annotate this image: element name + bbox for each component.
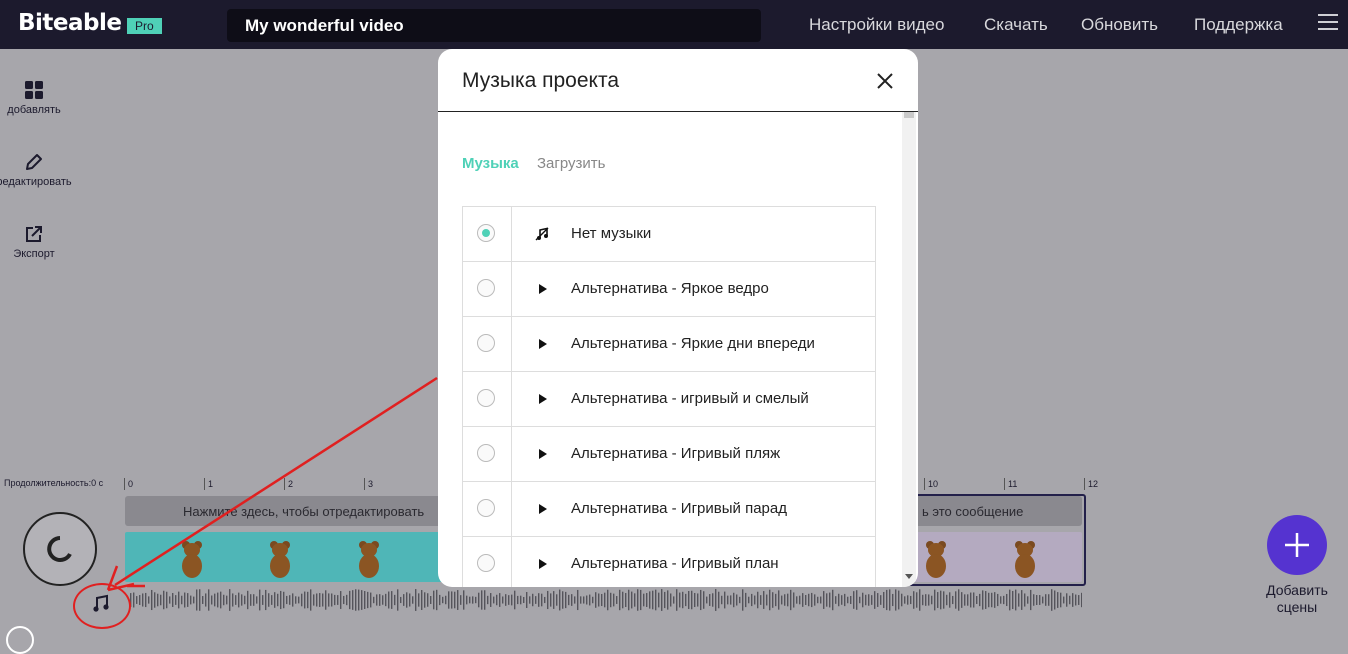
track-row[interactable]: Альтернатива - Игривый пляж [462,426,876,481]
track-label: Альтернатива - Яркое ведро [571,280,769,297]
radio-cell [463,317,512,371]
nav-video-settings[interactable]: Настройки видео [809,15,944,35]
radio-cell [463,207,512,261]
partial-circle-icon [6,626,34,654]
nav-download[interactable]: Скачать [984,15,1048,35]
ruler-tick: 10 [924,478,938,490]
scroll-down-icon[interactable] [905,574,913,579]
plus-icon [1285,533,1309,557]
music-track-list: Нет музыки Альтернатива - Яркое ведро Ал… [462,206,876,587]
tab-upload[interactable]: Загрузить [537,155,606,172]
export-icon [26,226,42,242]
nav-support[interactable]: Поддержка [1194,15,1283,35]
track-row[interactable]: Альтернатива - Яркое ведро [462,261,876,316]
tool-export[interactable]: Экспорт [0,224,74,260]
play-icon[interactable] [535,502,549,516]
play-icon[interactable] [535,447,549,461]
bear-icon [1015,541,1035,578]
nav-update[interactable]: Обновить [1081,15,1158,35]
track-label: Альтернатива - Игривый парад [571,500,787,517]
radio-cell [463,537,512,587]
tool-edit[interactable]: редактировать [0,152,74,188]
track-label: Альтернатива - Игривый пляж [571,445,781,462]
ruler-tick: 0 [124,478,133,490]
logo: Biteable [18,10,122,36]
radio-cell [463,262,512,316]
radio-cell [463,427,512,481]
video-title-text: My wonderful video [245,16,404,35]
tool-add[interactable]: добавлять [0,80,74,116]
radio-button[interactable] [477,334,495,352]
radio-cell [463,482,512,536]
play-icon[interactable] [535,557,549,571]
no-music-icon [535,227,549,241]
scrollbar-thumb[interactable] [904,112,914,118]
track-label: Альтернатива - Яркие дни впереди [571,335,815,352]
loading-spinner-icon [47,536,72,562]
grid-icon [25,81,43,99]
pencil-icon [26,154,42,170]
audio-waveform [130,589,1082,611]
modal-title: Музыка проекта [462,69,620,92]
bear-icon [926,541,946,578]
tool-export-label: Экспорт [13,248,55,260]
pro-badge: Pro [127,18,162,34]
radio-button[interactable] [477,554,495,572]
ruler-tick: 3 [364,478,373,490]
scene-caption-left[interactable]: Нажмите здесь, чтобы отредактировать [183,504,424,519]
close-icon[interactable] [875,71,895,91]
track-label: Альтернатива - игривый и смелый [571,390,809,407]
radio-button[interactable] [477,389,495,407]
add-scene-button[interactable] [1267,515,1327,575]
radio-cell [463,372,512,426]
project-music-modal: Музыка проекта Музыка Загрузить Нет музы… [438,49,918,587]
play-icon[interactable] [535,282,549,296]
track-row[interactable]: Альтернатива - Игривый план [462,536,876,587]
modal-divider [438,111,918,112]
ruler-tick: 2 [284,478,293,490]
ruler-tick: 12 [1084,478,1098,490]
video-title-field[interactable]: My wonderful video [227,9,761,42]
playback-circle[interactable] [23,512,97,586]
ruler-tick: 11 [1004,478,1017,490]
modal-scrollbar[interactable] [902,112,916,587]
tab-music[interactable]: Музыка [462,155,519,172]
play-icon[interactable] [535,392,549,406]
track-label: Альтернатива - Игривый план [571,555,779,572]
radio-button[interactable] [477,444,495,462]
track-row[interactable]: Альтернатива - Игривый парад [462,481,876,536]
annotation-circle [73,583,131,629]
track-row[interactable]: Альтернатива - Яркие дни впереди [462,316,876,371]
duration-label: Продолжительность:0 с [4,478,104,488]
play-icon[interactable] [535,337,549,351]
top-bar: Biteable Pro My wonderful video Настройк… [0,0,1348,49]
tool-add-label: добавлять [7,104,61,116]
hamburger-menu-icon[interactable] [1318,14,1338,34]
bear-icon [359,541,379,578]
track-row-none[interactable]: Нет музыки [462,206,876,261]
track-label: Нет музыки [571,225,652,242]
bear-icon [270,541,290,578]
track-row[interactable]: Альтернатива - игривый и смелый [462,371,876,426]
tool-edit-label: редактировать [0,176,72,188]
radio-button[interactable] [477,499,495,517]
radio-selected[interactable] [477,224,495,242]
ruler-tick: 1 [204,478,213,490]
radio-button[interactable] [477,279,495,297]
bear-icon [182,541,202,578]
add-scene-label: Добавить сцены [1266,582,1328,615]
